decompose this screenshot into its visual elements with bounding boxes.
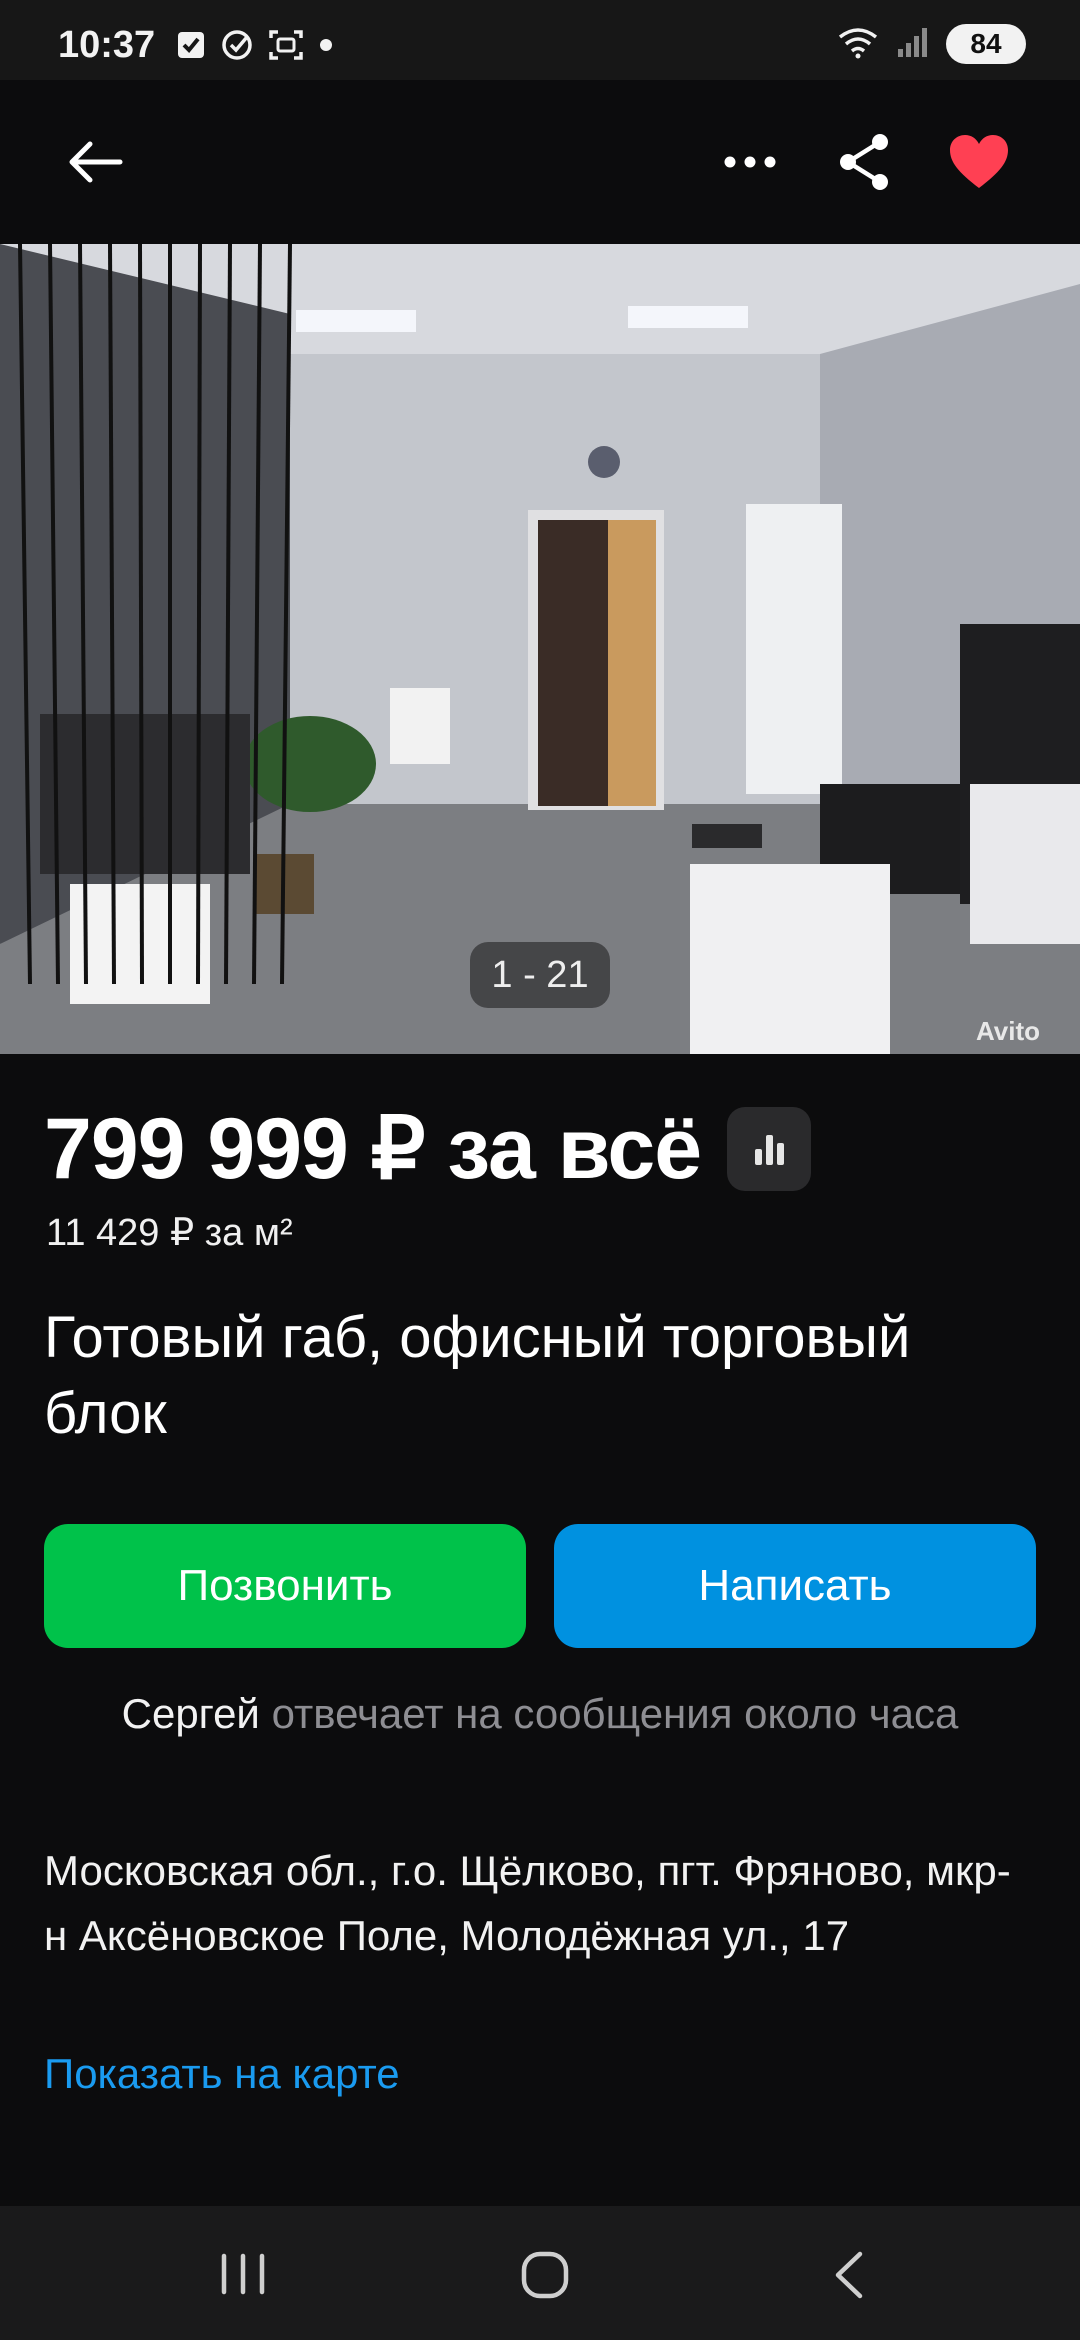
address: Московская обл., г.о. Щёлково, пгт. Фрян…: [44, 1847, 1011, 1959]
status-bar: 10:37 84: [0, 0, 1080, 80]
price-per-m2: 11 429 ₽ за м²: [46, 1212, 293, 1254]
call-button[interactable]: Позвонить: [44, 1524, 526, 1648]
battery-icon: 84: [946, 24, 1026, 64]
back-arrow-icon[interactable]: [64, 138, 124, 191]
battery-level: 84: [970, 28, 1002, 59]
more-icon[interactable]: [722, 154, 778, 175]
status-time: 10:37: [58, 24, 156, 66]
check-circle-icon: [220, 28, 254, 67]
system-nav-bar: [0, 2206, 1080, 2340]
show-on-map-link[interactable]: Показать на карте: [44, 2050, 400, 2098]
home-icon[interactable]: [520, 2250, 570, 2305]
listing-title: Готовый габ, офисный торговый блок: [44, 1305, 911, 1446]
dot-icon: [318, 37, 334, 58]
share-icon[interactable]: [836, 132, 892, 197]
seller-response-info: Сергей отвечает на сообщения около часа: [0, 1690, 1080, 1738]
price-row: 799 999 ₽ за всё: [44, 1094, 812, 1204]
price-stats-button[interactable]: [727, 1107, 812, 1191]
listing-photo[interactable]: [0, 244, 1080, 1054]
price: 799 999 ₽ за всё: [44, 1101, 702, 1197]
room-photo-image: [0, 244, 1080, 1054]
call-button-label: Позвонить: [177, 1561, 393, 1610]
heart-icon[interactable]: [948, 134, 1010, 195]
write-button-label: Написать: [698, 1561, 892, 1610]
back-icon[interactable]: [830, 2250, 866, 2305]
wifi-icon: [836, 25, 880, 64]
app-bar: [0, 80, 1080, 244]
avito-watermark: Avito: [976, 1016, 1041, 1046]
photo-counter: 1 - 21: [470, 942, 610, 1008]
seller-response-note: отвечает на сообщения около часа: [271, 1690, 959, 1737]
seller-name: Сергей: [121, 1690, 260, 1737]
signal-icon: [896, 25, 930, 64]
checkbox-icon: [176, 30, 206, 65]
screenshot-icon: [268, 28, 304, 67]
bar-chart-icon: [755, 1135, 785, 1165]
recents-icon[interactable]: [218, 2252, 268, 2301]
write-button[interactable]: Написать: [554, 1524, 1036, 1648]
